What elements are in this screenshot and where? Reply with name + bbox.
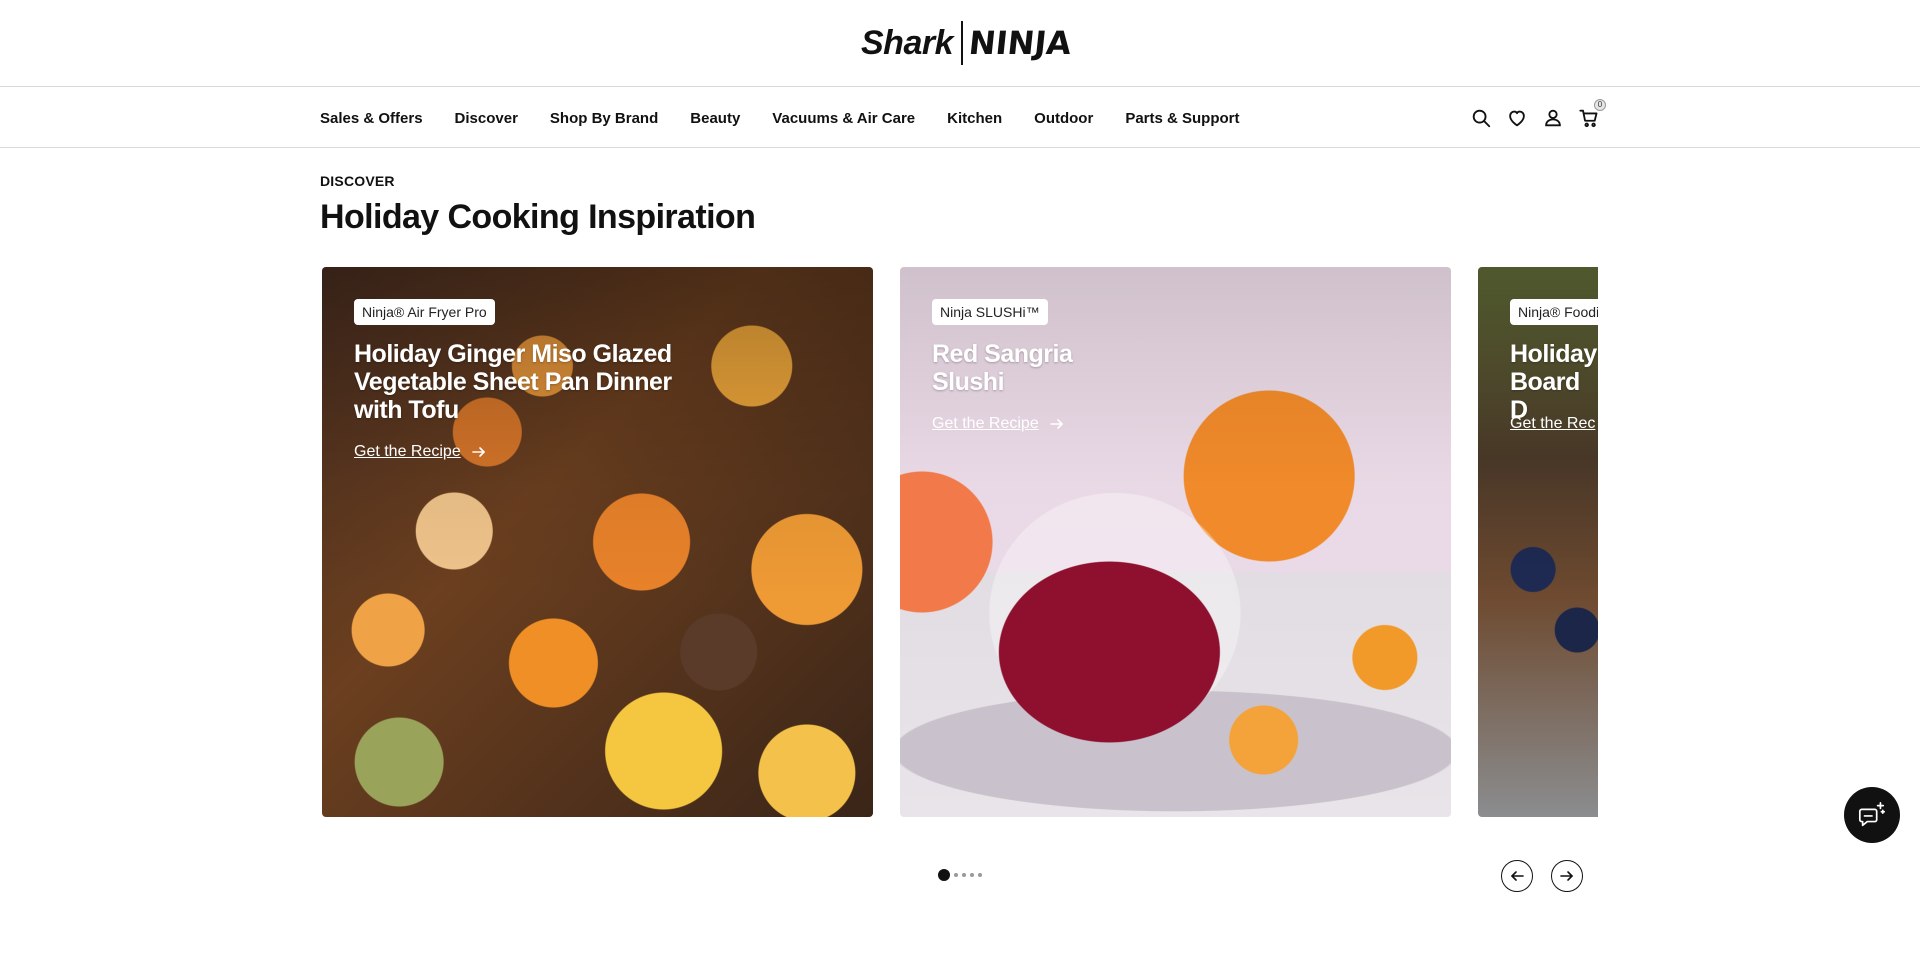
sharkninja-logo[interactable]: Shark NINJA — [861, 20, 1074, 66]
recipe-card[interactable]: Ninja SLUSHi™ Red Sangria Slushi Get the… — [900, 267, 1451, 817]
pagination-dot[interactable] — [962, 873, 966, 877]
get-recipe-link[interactable]: Get the Recipe — [354, 443, 487, 461]
account-icon[interactable] — [1542, 107, 1564, 129]
site-header: Shark NINJA — [0, 0, 1920, 87]
logo-divider — [961, 21, 963, 65]
logo-shark-text: Shark — [861, 23, 954, 62]
nav-item-parts-support[interactable]: Parts & Support — [1125, 110, 1239, 127]
nav-item-vacuums-air-care[interactable]: Vacuums & Air Care — [772, 110, 915, 127]
chat-assistant-button[interactable] — [1844, 787, 1900, 843]
arrow-left-icon — [1511, 871, 1524, 881]
pagination-dot[interactable] — [970, 873, 974, 877]
get-recipe-link[interactable]: Get the Recipe — [932, 415, 1065, 433]
nav-item-outdoor[interactable]: Outdoor — [1034, 110, 1093, 127]
cart-count-badge: 0 — [1594, 99, 1606, 111]
recipe-card-title: Holiday Board D — [1510, 340, 1597, 424]
cart-icon[interactable]: 0 — [1578, 99, 1606, 129]
get-recipe-link-label: Get the Recipe — [354, 443, 461, 460]
recipe-card-product-tag: Ninja SLUSHi™ — [932, 299, 1048, 325]
recipe-card-product-tag: Ninja® Foodi — [1510, 299, 1598, 325]
nav-item-beauty[interactable]: Beauty — [690, 110, 740, 127]
recipe-card[interactable]: Ninja® Foodi Holiday Board D Get the Rec — [1478, 267, 1598, 817]
pagination-dot[interactable] — [954, 873, 958, 877]
recipe-card-title: Red Sangria Slushi — [932, 340, 1073, 396]
arrow-right-icon — [1560, 871, 1573, 881]
heart-icon[interactable] — [1506, 107, 1528, 129]
recipe-card[interactable]: Ninja® Air Fryer Pro Holiday Ginger Miso… — [322, 267, 873, 817]
nav-item-shop-by-brand[interactable]: Shop By Brand — [550, 110, 658, 127]
arrow-right-icon — [471, 447, 485, 457]
chat-sparkle-icon — [1858, 801, 1886, 827]
logo-ninja-text: NINJA — [967, 24, 1074, 62]
nav-item-kitchen[interactable]: Kitchen — [947, 110, 1002, 127]
get-recipe-link-label: Get the Rec — [1510, 415, 1596, 432]
pagination-dot[interactable] — [978, 873, 982, 877]
nav-item-sales-offers[interactable]: Sales & Offers — [320, 110, 423, 127]
get-recipe-link-label: Get the Recipe — [932, 415, 1039, 432]
arrow-right-icon — [1049, 419, 1063, 429]
get-recipe-link[interactable]: Get the Rec — [1510, 415, 1595, 433]
carousel-next-button[interactable] — [1551, 860, 1583, 892]
search-icon[interactable] — [1470, 107, 1492, 129]
recipe-card-title: Holiday Ginger Miso Glazed Vegetable She… — [354, 340, 672, 424]
pagination-dot-active[interactable] — [938, 869, 950, 881]
section-eyebrow: DISCOVER — [320, 173, 395, 189]
nav-utility-icons: 0 — [1470, 88, 1606, 148]
nav-menu: Sales & Offers Discover Shop By Brand Be… — [320, 88, 1272, 148]
section-title: Holiday Cooking Inspiration — [320, 198, 756, 236]
recipe-card-product-tag: Ninja® Air Fryer Pro — [354, 299, 495, 325]
carousel-pagination — [938, 869, 986, 881]
nav-item-discover[interactable]: Discover — [455, 110, 518, 127]
recipe-carousel: Ninja® Air Fryer Pro Holiday Ginger Miso… — [320, 267, 1598, 819]
main-nav: Sales & Offers Discover Shop By Brand Be… — [0, 88, 1920, 148]
carousel-prev-button[interactable] — [1501, 860, 1533, 892]
